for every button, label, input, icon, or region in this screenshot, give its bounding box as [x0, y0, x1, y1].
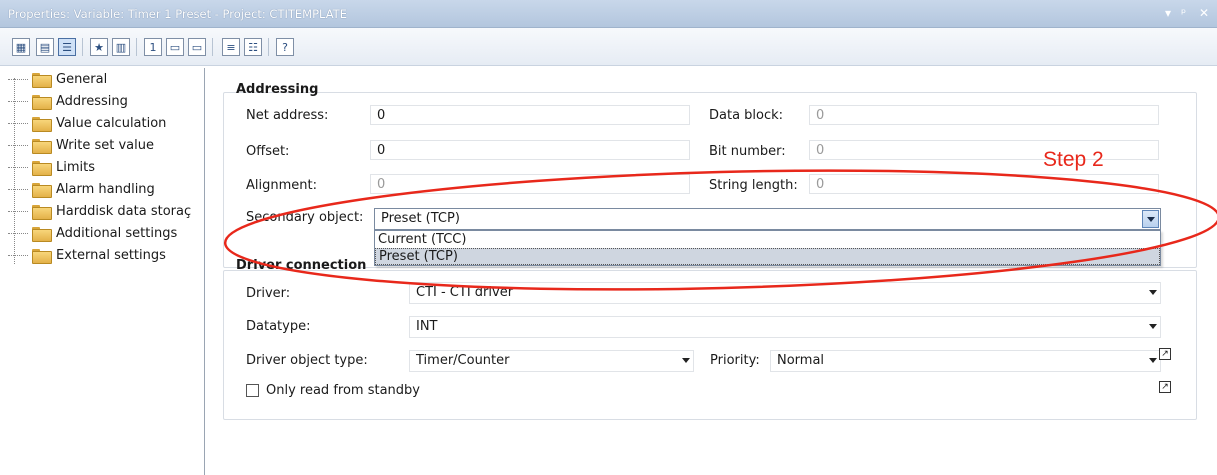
- secondary-object-dropdown: Current (TCC) Preset (TCP): [374, 230, 1161, 266]
- toolbar-separator: [268, 38, 269, 56]
- secondary-object-select[interactable]: Preset (TCP): [374, 208, 1161, 230]
- tree-item-label: External settings: [56, 247, 166, 263]
- driver-object-type-value: Timer/Counter: [416, 353, 510, 368]
- driver-select[interactable]: CTI - CTI driver: [409, 282, 1161, 304]
- step-annotation-label: Step 2: [1043, 148, 1104, 171]
- tree-item-label: Alarm handling: [56, 181, 155, 197]
- tree-item-label: Additional settings: [56, 225, 178, 241]
- category-tree: General Addressing Value calculation Wri…: [8, 68, 205, 475]
- tree-item-label: Limits: [56, 159, 95, 175]
- sort-icon[interactable]: ≡: [222, 38, 240, 56]
- string-length-field[interactable]: 0: [809, 174, 1159, 194]
- driver-object-type-select[interactable]: Timer/Counter: [409, 350, 694, 372]
- chevron-down-icon: [682, 358, 690, 363]
- addressing-title: Addressing: [236, 82, 319, 97]
- bit-number-field[interactable]: 0: [809, 140, 1159, 160]
- data-block-label: Data block:: [709, 108, 784, 123]
- bit-number-label: Bit number:: [709, 144, 786, 159]
- driver-connection-title: Driver connection: [236, 258, 367, 273]
- tree-item-label: Value calculation: [56, 115, 167, 131]
- folder-icon: [32, 226, 52, 242]
- help-icon[interactable]: ?: [276, 38, 294, 56]
- dropdown-menu-icon[interactable]: ▾: [1165, 6, 1171, 20]
- tree-item-label: Addressing: [56, 93, 128, 109]
- secondary-object-value: Preset (TCP): [381, 211, 460, 226]
- tree-item-label: Write set value: [56, 137, 154, 153]
- folder-icon: [32, 204, 52, 220]
- only-read-label: Only read from standby: [266, 383, 420, 398]
- tree-item-alarm-handling[interactable]: Alarm handling: [8, 178, 205, 200]
- toolbar-separator: [136, 38, 137, 56]
- close-icon[interactable]: ✕: [1199, 6, 1209, 20]
- offset-field[interactable]: 0: [370, 140, 690, 160]
- alignment-label: Alignment:: [246, 178, 317, 193]
- driver-object-type-label: Driver object type:: [246, 353, 368, 368]
- tree-item-external-settings[interactable]: External settings: [8, 244, 205, 266]
- list2-icon[interactable]: ☷: [244, 38, 262, 56]
- favorite-icon[interactable]: ★: [90, 38, 108, 56]
- chevron-down-icon: [1149, 290, 1157, 295]
- tree-item-harddisk-data-storage[interactable]: Harddisk data storaç: [8, 200, 205, 222]
- tree-item-additional-settings[interactable]: Additional settings: [8, 222, 205, 244]
- tree-item-value-calculation[interactable]: Value calculation: [8, 112, 205, 134]
- driver-value: CTI - CTI driver: [416, 285, 514, 300]
- tree-item-limits[interactable]: Limits: [8, 156, 205, 178]
- tree-item-addressing[interactable]: Addressing: [8, 90, 205, 112]
- priority-extended-button[interactable]: ↗: [1159, 348, 1171, 360]
- page-icon[interactable]: ▤: [36, 38, 54, 56]
- grid-icon[interactable]: ▦: [12, 38, 30, 56]
- folder-icon: [32, 182, 52, 198]
- folder-icon: [32, 72, 52, 88]
- tree-item-general[interactable]: General: [8, 68, 205, 90]
- driver-label: Driver:: [246, 286, 291, 301]
- tree-item-write-set-value[interactable]: Write set value: [8, 134, 205, 156]
- folder-icon: [32, 248, 52, 264]
- offset-label: Offset:: [246, 144, 290, 159]
- chevron-down-icon: [1149, 324, 1157, 329]
- priority-select[interactable]: Normal: [770, 350, 1161, 372]
- toolbar: ▦ ▤ ☰ ★ ▥ 1 ▭ ▭ ≡ ☷ ?: [0, 28, 1217, 66]
- folder-icon: [32, 160, 52, 176]
- net-address-label: Net address:: [246, 108, 329, 123]
- datatype-select[interactable]: INT: [409, 316, 1161, 338]
- toolbar-separator: [212, 38, 213, 56]
- toolbar-separator: [82, 38, 83, 56]
- data-block-field[interactable]: 0: [809, 105, 1159, 125]
- chevron-down-icon[interactable]: [1142, 210, 1159, 228]
- window-titlebar: Properties: Variable: Timer 1 Preset - P…: [0, 0, 1217, 28]
- folder-icon: [32, 138, 52, 154]
- chevron-down-icon: [1149, 358, 1157, 363]
- priority-label: Priority:: [710, 353, 760, 368]
- field-icon[interactable]: ▭: [166, 38, 184, 56]
- only-read-checkbox[interactable]: [246, 384, 259, 397]
- number-icon[interactable]: 1: [144, 38, 162, 56]
- net-address-field[interactable]: 0: [370, 105, 690, 125]
- tree-item-label: General: [56, 71, 108, 87]
- standby-extended-button[interactable]: ↗: [1159, 381, 1171, 393]
- list-icon[interactable]: ▥: [112, 38, 130, 56]
- folder-icon: [32, 94, 52, 110]
- string-length-label: String length:: [709, 178, 798, 193]
- window-title: Properties: Variable: Timer 1 Preset - P…: [8, 7, 347, 21]
- folder-icon: [32, 116, 52, 132]
- datatype-value: INT: [416, 319, 438, 334]
- view-icon[interactable]: ☰: [58, 38, 76, 56]
- dropdown-option-preset-tcp[interactable]: Preset (TCP): [375, 248, 1160, 265]
- priority-value: Normal: [777, 353, 825, 368]
- secondary-object-label: Secondary object:: [246, 210, 364, 225]
- properties-panel: Addressing Net address: 0 Data block: 0 …: [206, 68, 1217, 475]
- datatype-label: Datatype:: [246, 319, 311, 334]
- alignment-field[interactable]: 0: [370, 174, 690, 194]
- field2-icon[interactable]: ▭: [188, 38, 206, 56]
- dropdown-option-current-tcc[interactable]: Current (TCC): [375, 231, 1160, 248]
- tree-item-label: Harddisk data storaç: [56, 203, 192, 219]
- pin-icon[interactable]: ᵖ: [1181, 6, 1186, 20]
